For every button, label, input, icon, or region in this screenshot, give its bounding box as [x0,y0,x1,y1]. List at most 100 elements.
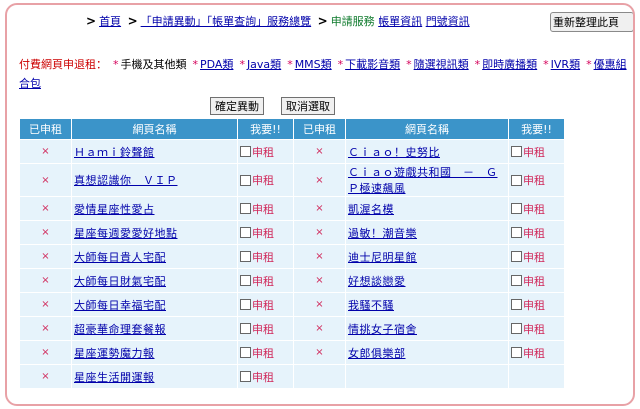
apply-checkbox[interactable] [511,323,522,334]
apply-label: 申租 [252,174,274,187]
refresh-page-button[interactable]: 重新整理此頁 [550,12,633,32]
not-subscribed-mark: × [19,220,72,245]
star-icon: * [406,58,412,71]
service-name-link[interactable]: 情挑女子宿舍 [348,323,417,336]
table-row: × 大師每日貴人宅配 申租 × 迪士尼明星館 申租 [19,244,565,269]
not-subscribed-mark: × [293,220,346,245]
category-item[interactable]: 下載影音類 [345,58,400,71]
service-name-link[interactable]: 星座運勢魔力報 [74,347,155,360]
table-row: × 超豪華命理套餐報 申租 × 情挑女子宿舍 申租 [19,316,565,341]
apply-label: 申租 [252,346,274,360]
apply-label: 申租 [523,322,545,336]
apply-checkbox[interactable] [511,347,522,358]
apply-label: 申租 [523,298,545,312]
header-want: 我要!! [237,118,294,140]
not-subscribed-mark: × [293,316,346,341]
cancel-selection-button[interactable]: 取消選取 [281,97,335,115]
service-name-link[interactable]: 愛情星座性愛占 [74,203,155,216]
apply-checkbox[interactable] [511,251,522,262]
service-name-link[interactable]: 迪士尼明星館 [348,251,417,264]
service-name-link[interactable]: 星座生活開運報 [74,371,155,384]
confirm-change-button[interactable]: 確定異動 [210,97,264,115]
apply-checkbox[interactable] [240,174,251,186]
category-item[interactable]: Java類 [247,58,281,71]
category-item[interactable]: PDA類 [200,58,233,71]
apply-checkbox[interactable] [511,299,522,310]
apply-checkbox[interactable] [240,203,251,214]
not-subscribed-mark: × [19,163,72,197]
apply-label: 申租 [523,145,545,159]
apply-label: 申租 [252,145,274,159]
service-name-link[interactable]: 星座每週愛愛好地點 [74,227,178,240]
service-name-link[interactable]: 真想認識你＿ＶＩＰ [74,174,178,187]
apply-label: 申租 [523,174,545,187]
apply-checkbox[interactable] [240,299,251,310]
service-name-link[interactable]: 大師每日幸福宅配 [74,299,166,312]
star-icon: * [287,58,293,71]
apply-checkbox[interactable] [511,146,522,157]
apply-checkbox[interactable] [240,227,251,238]
not-subscribed-mark: × [293,163,346,197]
service-name-link[interactable]: 超豪華命理套餐報 [74,323,166,336]
star-icon: * [192,58,199,71]
apply-label: 申租 [523,274,545,288]
not-subscribed-mark: × [19,316,72,341]
apply-checkbox[interactable] [240,275,251,286]
header-subscribed: 已申租 [19,118,72,140]
apply-label: 申租 [252,250,274,264]
page-frame: > 首頁 > 「申請異動」「帳單查詢」服務總覽 > 申請服務 帳單資訊 門號資訊 重新… [5,3,635,406]
apply-checkbox[interactable] [511,203,522,214]
breadcrumb: > 首頁 > 「申請異動」「帳單查詢」服務總覽 > 申請服務 帳單資訊 門號資訊 [83,13,470,29]
star-icon: * [239,58,245,71]
category-item[interactable]: 即時廣播類 [482,58,537,71]
service-name-link[interactable]: 大師每日財氣宅配 [74,275,166,288]
category-item[interactable]: 隨選視訊類 [414,58,469,71]
not-subscribed-mark: × [293,268,346,293]
service-name-link[interactable]: Ｃｉａｏ遊戲共和國 － ＧＰ極速飆風 [348,166,498,195]
category-label: 付費網頁申退租： [19,58,107,71]
service-name-link[interactable]: 大師每日貴人宅配 [74,251,166,264]
service-name-link[interactable]: Ｈａｍｉ鈴聲館 [74,146,155,159]
service-name-link[interactable]: 過敏！潮音樂 [348,227,417,240]
not-subscribed-mark: × [19,244,72,269]
service-name-link[interactable]: Ｃｉａｏ！史努比 [348,146,440,159]
not-subscribed-mark: × [19,292,72,317]
header-page-name: 網頁名稱 [71,118,238,140]
service-name-link[interactable]: 好想談戀愛 [348,275,406,288]
not-subscribed-mark: × [293,244,346,269]
apply-checkbox[interactable] [240,146,251,157]
nav-bill-info-link[interactable]: 帳單資訊 [378,15,422,28]
arrow-right-icon: > [86,14,97,28]
apply-checkbox[interactable] [511,174,522,186]
service-name-link[interactable]: 我騷不騷 [348,299,394,312]
apply-checkbox[interactable] [511,275,522,286]
table-row: × 大師每日幸福宅配 申租 × 我騷不騷 申租 [19,292,565,317]
category-bar: 付費網頁申退租： * 手機及其他類 * PDA類 * Java類 * MMS類 * 下載影音類 * 隨選… [19,55,629,93]
service-name-link[interactable]: 凱渥名模 [348,203,394,216]
not-subscribed-mark: × [293,292,346,317]
service-name-link[interactable]: 女郎俱樂部 [348,347,406,360]
not-subscribed-mark: × [19,268,72,293]
category-item: 手機及其他類 [120,58,187,71]
apply-label: 申租 [252,202,274,216]
apply-checkbox[interactable] [240,251,251,262]
category-item[interactable]: MMS類 [295,58,332,71]
arrow-right-icon: > [127,14,138,28]
apply-checkbox[interactable] [240,323,251,334]
apply-checkbox[interactable] [240,347,251,358]
table-row: × 愛情星座性愛占 申租 × 凱渥名模 申租 [19,196,565,221]
apply-label: 申租 [523,226,545,240]
not-subscribed-mark: × [293,139,346,164]
nav-home-link[interactable]: 首頁 [99,15,121,28]
star-icon: * [586,58,592,71]
category-item[interactable]: IVR類 [551,58,580,71]
apply-checkbox[interactable] [511,227,522,238]
not-subscribed-mark: × [19,340,72,365]
table-row: × 星座生活開運報 申租 [19,364,565,389]
apply-label: 申租 [252,274,274,288]
apply-checkbox[interactable] [240,371,251,382]
service-table: 已申租 網頁名稱 我要!! 已申租 網頁名稱 我要!! × Ｈａｍｉ鈴聲館 申租 × Ｃ… [19,118,565,389]
nav-number-info-link[interactable]: 門號資訊 [426,15,470,28]
nav-account-service-link[interactable]: 「申請異動」「帳單查詢」服務總覽 [141,15,312,28]
apply-label: 申租 [523,346,545,360]
